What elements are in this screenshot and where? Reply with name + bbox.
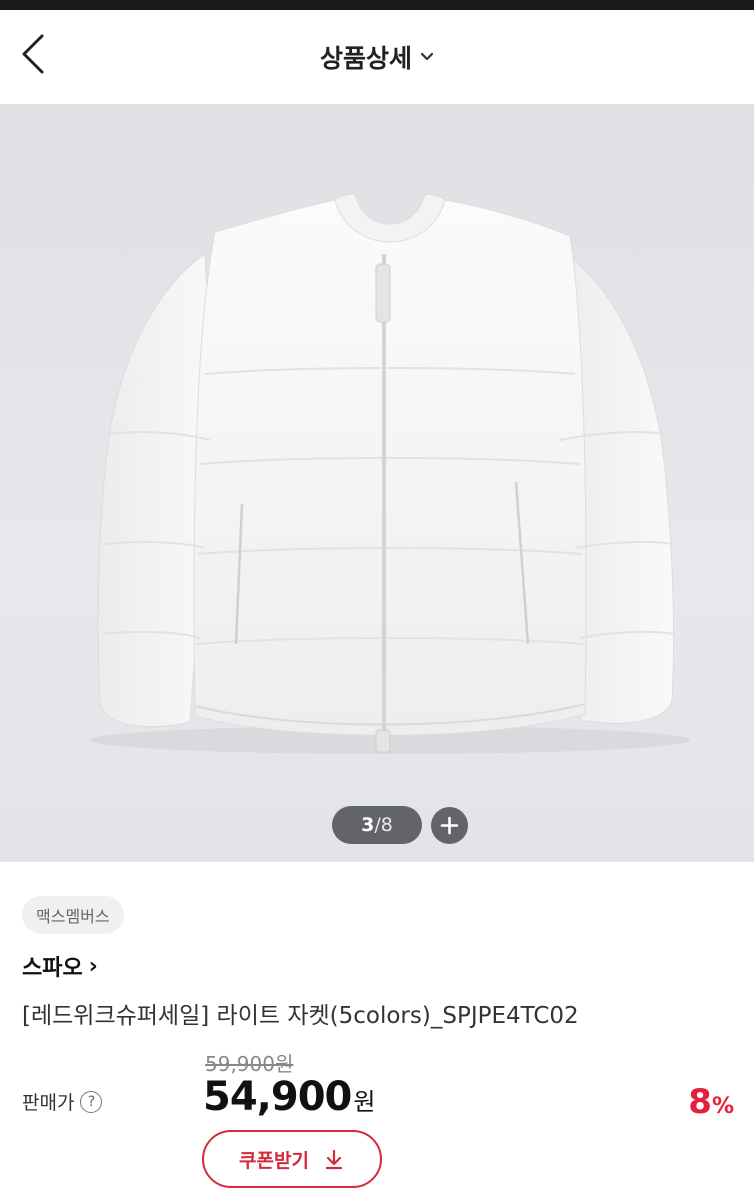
brand-name: 스파오	[22, 956, 83, 981]
price-label: 판매가	[22, 1092, 75, 1114]
zoom-button[interactable]	[431, 807, 468, 844]
back-button[interactable]	[18, 32, 62, 82]
membership-badge: 맥스멤버스	[22, 896, 124, 934]
product-image-gallery[interactable]: 3 / 8	[0, 104, 754, 862]
discount-unit: %	[711, 1094, 734, 1119]
pager-total: 8	[380, 814, 393, 836]
brand-link[interactable]: 스파오 ›	[22, 950, 98, 982]
status-bar	[0, 0, 754, 10]
download-icon	[325, 1149, 343, 1170]
page-title-dropdown[interactable]: 상품상세	[0, 10, 754, 104]
discount-rate: 8 %	[688, 1082, 734, 1122]
price-label-group: 판매가 ?	[22, 1088, 103, 1115]
discount-value: 8	[688, 1082, 712, 1122]
chevron-right-icon: ›	[88, 953, 98, 979]
pager-current: 3	[361, 814, 375, 836]
coupon-download-button[interactable]: 쿠폰받기	[202, 1130, 382, 1188]
sale-price-amount: 54,900	[203, 1074, 352, 1120]
product-image	[90, 193, 690, 754]
top-header: 상품상세	[0, 10, 754, 104]
coupon-label: 쿠폰받기	[239, 1149, 309, 1172]
original-price: 59,900원	[205, 1052, 294, 1076]
product-title: [레드위크슈퍼세일] 라이트 자켓(5colors)_SPJPE4TC02	[22, 1003, 579, 1029]
chevron-down-icon	[420, 52, 434, 61]
sale-price-currency: 원	[353, 1088, 376, 1116]
image-pager: 3 / 8	[332, 806, 422, 844]
plus-icon	[440, 816, 459, 835]
product-info: 맥스멤버스 스파오 › [레드위크슈퍼세일] 라이트 자켓(5colors)_S…	[0, 862, 754, 1200]
sale-price: 54,900 원	[203, 1074, 375, 1120]
question-icon[interactable]: ?	[80, 1090, 103, 1113]
page-title: 상품상세	[319, 44, 412, 73]
chevron-left-icon	[22, 34, 44, 74]
